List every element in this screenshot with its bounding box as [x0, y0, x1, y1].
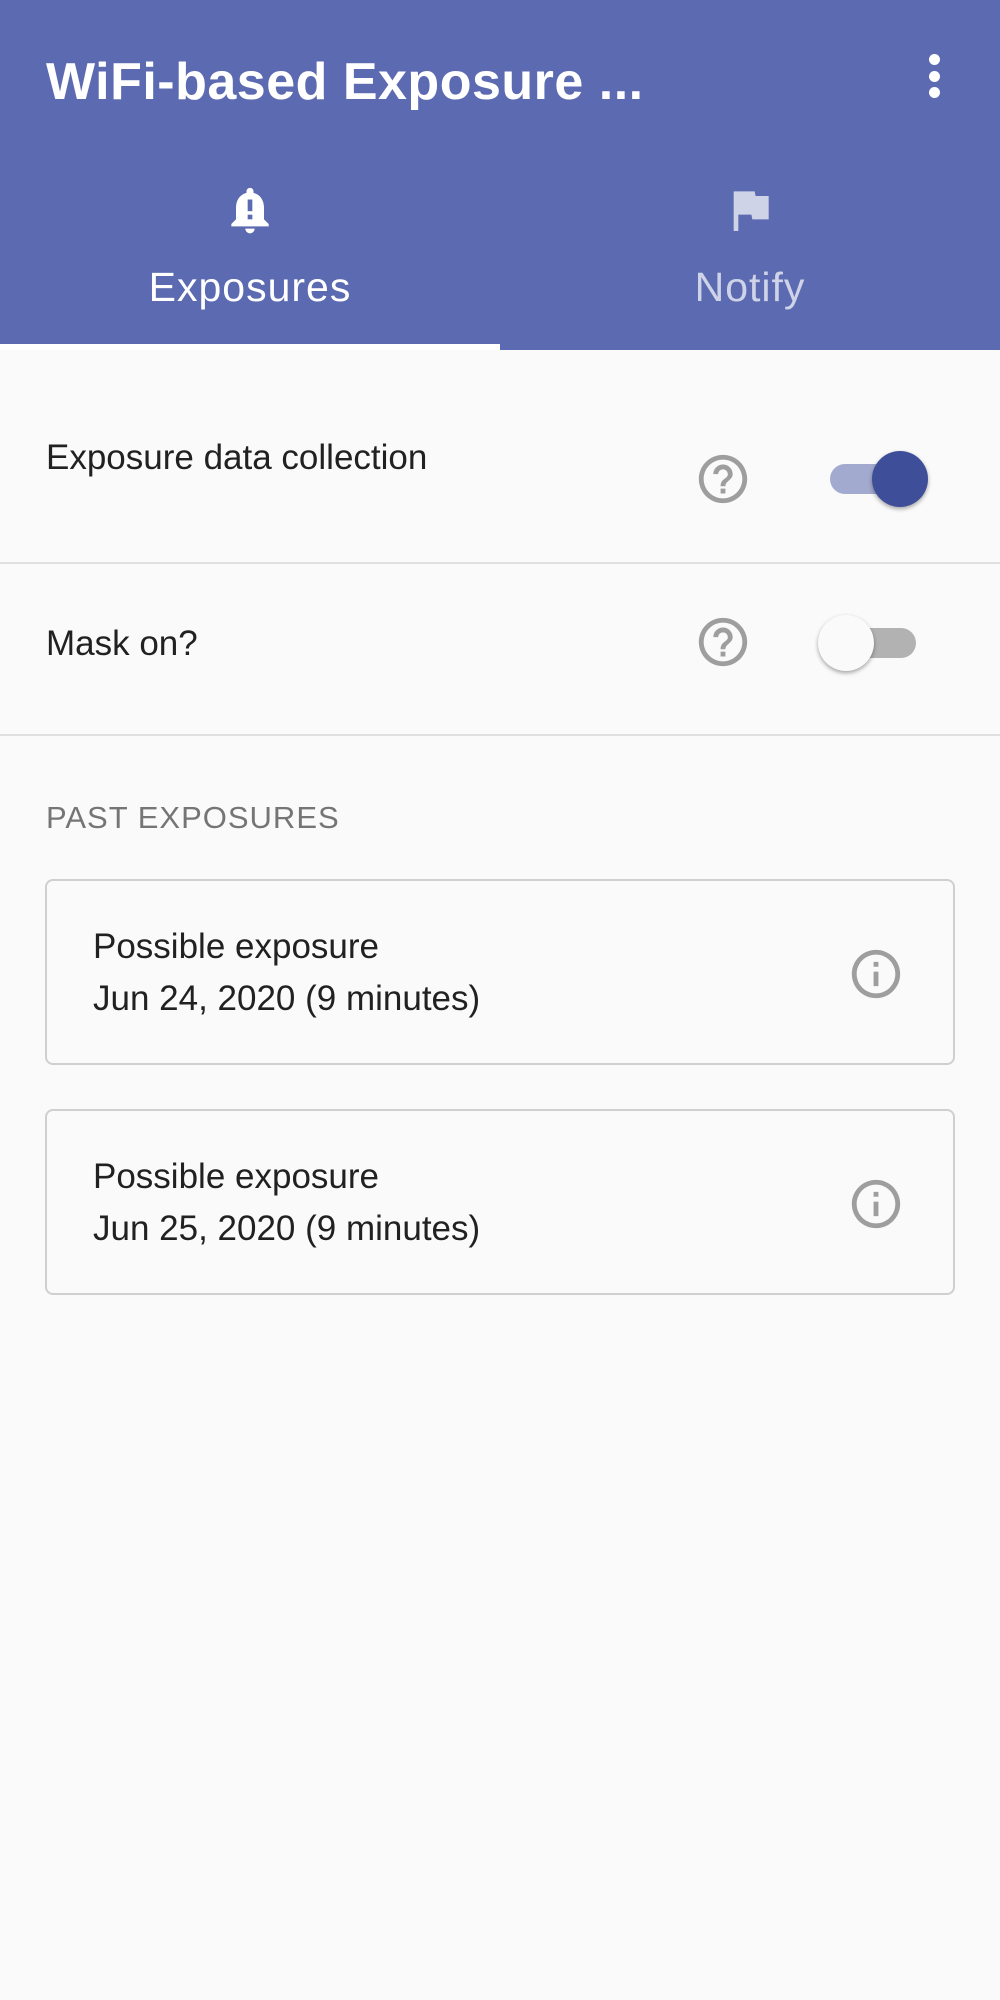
help-circle-icon[interactable] — [694, 450, 752, 508]
setting-row-mask-on: Mask on? — [0, 564, 1000, 736]
app-bar: WiFi-based Exposure ... Exposures Notify — [0, 0, 1000, 350]
info-icon[interactable] — [847, 945, 905, 1003]
setting-label: Mask on? — [46, 624, 198, 663]
setting-label: Exposure data collection — [46, 438, 428, 477]
past-exposures-header: PAST EXPOSURES — [46, 800, 340, 835]
tab-label-exposures: Exposures — [148, 264, 352, 310]
exposure-title: Possible exposure — [93, 927, 379, 966]
setting-row-exposure-data-collection: Exposure data collection — [0, 350, 1000, 564]
mask-on-toggle[interactable] — [818, 612, 922, 672]
exposure-title: Possible exposure — [93, 1157, 379, 1196]
tab-label-notify: Notify — [694, 264, 806, 310]
info-icon[interactable] — [847, 1175, 905, 1233]
switch-thumb — [872, 451, 928, 507]
exposure-card[interactable]: Possible exposure Jun 25, 2020 (9 minute… — [45, 1109, 955, 1295]
flag-icon — [733, 191, 769, 231]
more-vert-icon[interactable] — [910, 50, 958, 102]
tab-notify[interactable]: Notify — [500, 170, 1000, 350]
app-title: WiFi-based Exposure ... — [46, 53, 644, 111]
exposure-date: Jun 25, 2020 (9 minutes) — [93, 1209, 481, 1248]
bell-alert-icon — [231, 187, 269, 234]
exposure-collection-toggle[interactable] — [824, 448, 928, 508]
switch-thumb — [818, 615, 874, 671]
exposure-date: Jun 24, 2020 (9 minutes) — [93, 979, 481, 1018]
exposure-card[interactable]: Possible exposure Jun 24, 2020 (9 minute… — [45, 879, 955, 1065]
help-circle-icon[interactable] — [694, 613, 752, 671]
tab-exposures[interactable]: Exposures — [0, 170, 500, 350]
